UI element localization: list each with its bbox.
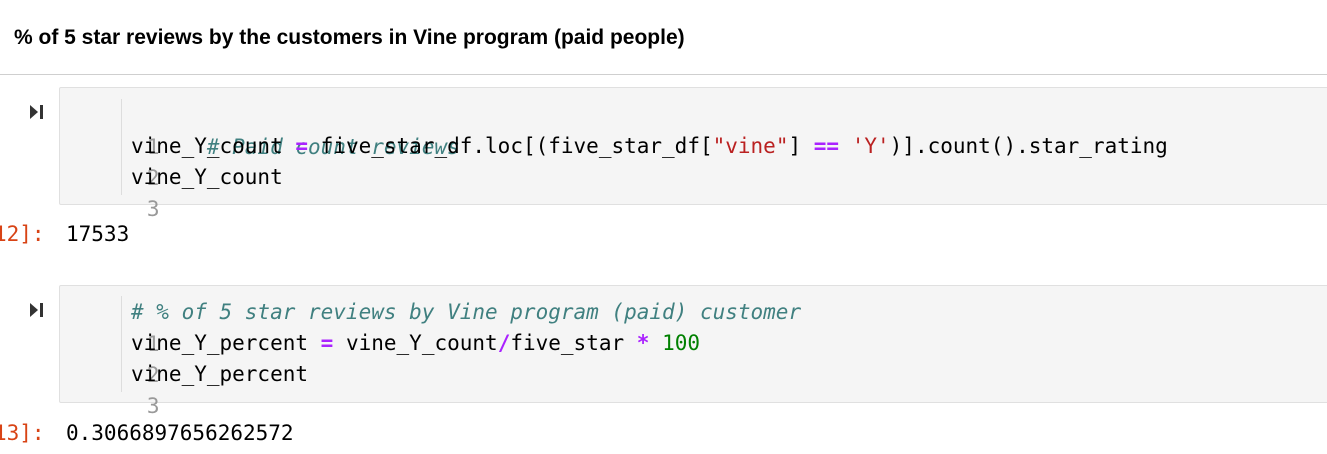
- output-prompt: 13]:: [0, 421, 45, 445]
- output-value: 0.3066897656262572: [66, 421, 294, 445]
- output-value: 17533: [66, 222, 130, 246]
- code-text: vine_Y_count: [131, 165, 283, 189]
- run-cell-icon[interactable]: [29, 302, 45, 318]
- code-line: 1 # Paid count reviews: [59, 99, 460, 159]
- code-line: 2 vine_Y_count = five_star_df.loc[(five_…: [59, 130, 1168, 190]
- output-prompt: 12]:: [0, 222, 45, 246]
- section-heading: % of 5 star reviews by the customers in …: [14, 26, 685, 49]
- code-line: 1 # % of 5 star reviews by Vine program …: [59, 296, 801, 356]
- run-cell-icon[interactable]: [29, 104, 45, 120]
- code-line: 3 vine_Y_percent: [59, 358, 308, 418]
- code-text: vine_Y_percent = vine_Y_count/five_star …: [131, 331, 701, 355]
- divider: [0, 74, 1327, 75]
- code-line: 2 vine_Y_percent = vine_Y_count/five_sta…: [59, 327, 700, 387]
- code-line: 3 vine_Y_count: [59, 161, 283, 221]
- code-text: vine_Y_percent: [131, 362, 309, 386]
- code-text: vine_Y_count = five_star_df.loc[(five_st…: [131, 134, 1168, 158]
- code-text: # % of 5 star reviews by Vine program (p…: [131, 300, 802, 324]
